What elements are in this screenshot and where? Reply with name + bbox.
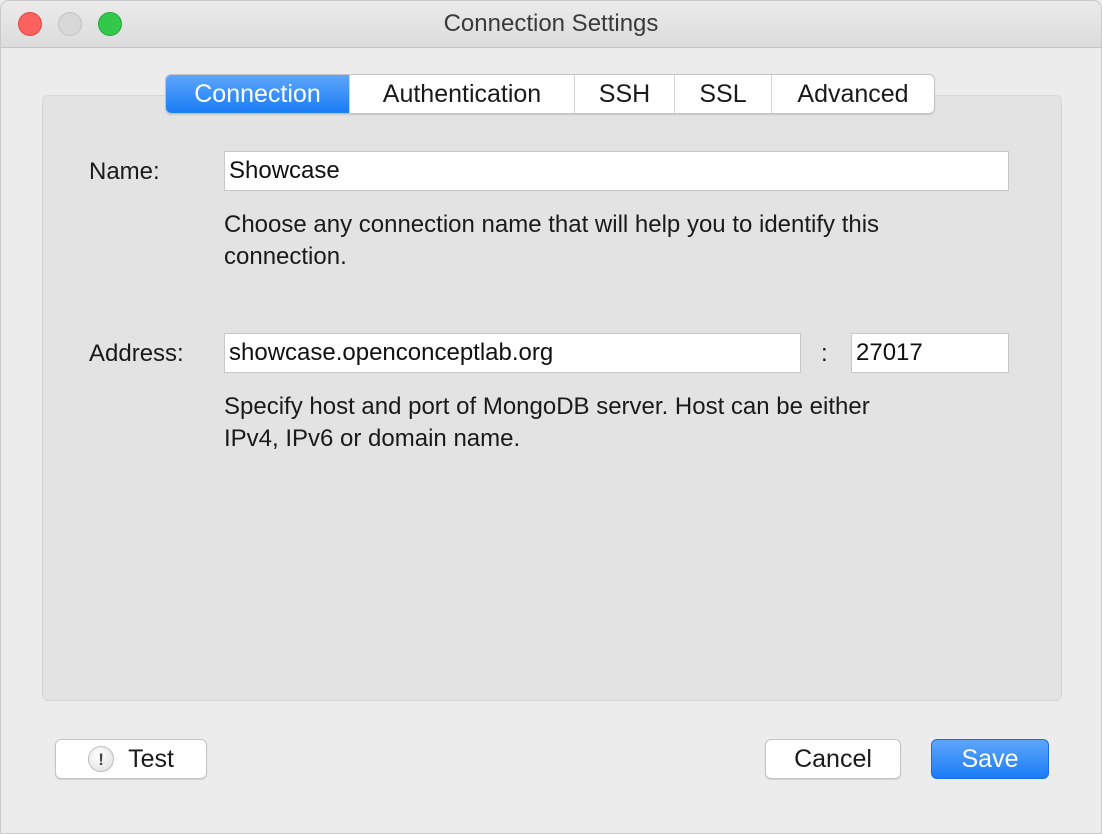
connection-name-input[interactable] (224, 151, 1009, 191)
cancel-button-label: Cancel (794, 744, 872, 773)
settings-tabs: Connection Authentication SSH SSL Advanc… (165, 74, 935, 114)
connection-settings-window: Connection Settings Connection Authentic… (0, 0, 1102, 834)
tab-connection[interactable]: Connection (166, 75, 349, 113)
warning-bubble-icon: ! (88, 746, 115, 772)
name-help-line-1: Choose any connection name that will hel… (224, 211, 880, 238)
address-help-line-1: Specify host and port of MongoDB server.… (224, 393, 870, 420)
port-input[interactable] (851, 333, 1009, 373)
name-label: Name: (89, 158, 160, 185)
tab-ssl[interactable]: SSL (674, 75, 771, 113)
tab-advanced[interactable]: Advanced (771, 75, 934, 113)
save-button-label: Save (961, 744, 1019, 773)
host-port-separator: : (821, 340, 828, 367)
title-bar[interactable]: Connection Settings (1, 1, 1101, 48)
tab-authentication[interactable]: Authentication (349, 75, 574, 113)
save-button[interactable]: Save (931, 739, 1049, 779)
cancel-button[interactable]: Cancel (765, 739, 901, 779)
address-label: Address: (89, 340, 184, 367)
window-title: Connection Settings (443, 10, 659, 37)
test-button[interactable]: ! Test (55, 739, 207, 779)
test-button-label: Test (128, 744, 174, 773)
address-help-text: Specify host and port of MongoDB server.… (224, 391, 870, 455)
host-input[interactable] (224, 333, 801, 373)
name-help-text: Choose any connection name that will hel… (224, 209, 879, 273)
tab-ssh[interactable]: SSH (574, 75, 674, 113)
name-help-line-2: connection. (224, 243, 347, 270)
address-help-line-2: IPv4, IPv6 or domain name. (224, 425, 521, 452)
